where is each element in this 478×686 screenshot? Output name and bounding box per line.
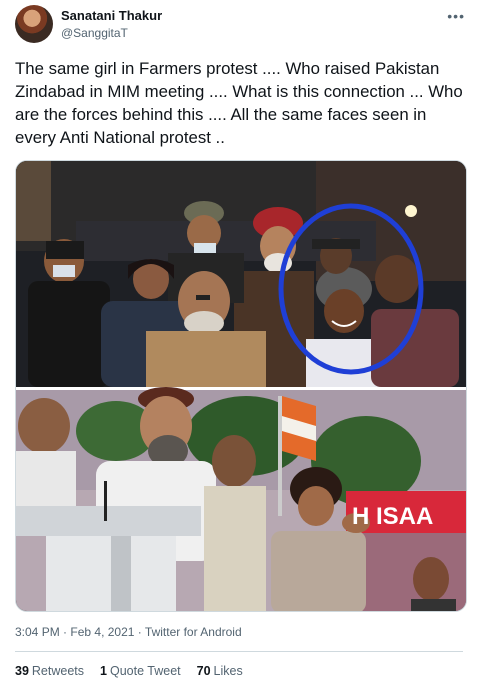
more-options-icon[interactable]: ••• xyxy=(447,8,465,24)
tweet-media[interactable]: H ISAA xyxy=(15,160,467,612)
likes-label: Likes xyxy=(213,664,243,678)
tweet-card: Sanatani Thakur @SanggitaT ••• The same … xyxy=(0,0,478,686)
tweet-date[interactable]: Feb 4, 2021 xyxy=(70,625,134,639)
tweet-time[interactable]: 3:04 PM xyxy=(15,625,60,639)
tweet-source[interactable]: Twitter for Android xyxy=(145,625,242,639)
top-photo xyxy=(16,161,466,387)
author-handle[interactable]: @SanggitaT xyxy=(61,26,128,40)
meta-separator: · xyxy=(137,625,142,639)
quotes-count: 1 xyxy=(100,664,107,678)
quote-tweets-stat[interactable]: 1 Quote Tweet xyxy=(100,664,181,678)
retweets-stat[interactable]: 39 Retweets xyxy=(15,664,84,678)
avatar[interactable] xyxy=(15,5,53,43)
meta-separator: · xyxy=(63,625,68,639)
tweet-meta: 3:04 PM · Feb 4, 2021 · Twitter for Andr… xyxy=(15,625,242,639)
likes-stat[interactable]: 70 Likes xyxy=(197,664,243,678)
quotes-label: Quote Tweet xyxy=(109,664,181,678)
likes-count: 70 xyxy=(196,664,211,678)
tweet-text: The same girl in Farmers protest .... Wh… xyxy=(15,59,463,147)
author-name[interactable]: Sanatani Thakur xyxy=(61,8,162,23)
retweets-count: 39 xyxy=(15,664,29,678)
bottom-photo: H ISAA xyxy=(16,387,466,611)
divider xyxy=(15,651,463,652)
tweet-stats: 39 Retweets 1 Quote Tweet 70 Likes xyxy=(15,664,243,678)
retweets-label: Retweets xyxy=(31,664,85,678)
banner-text: H ISAA xyxy=(352,503,433,530)
